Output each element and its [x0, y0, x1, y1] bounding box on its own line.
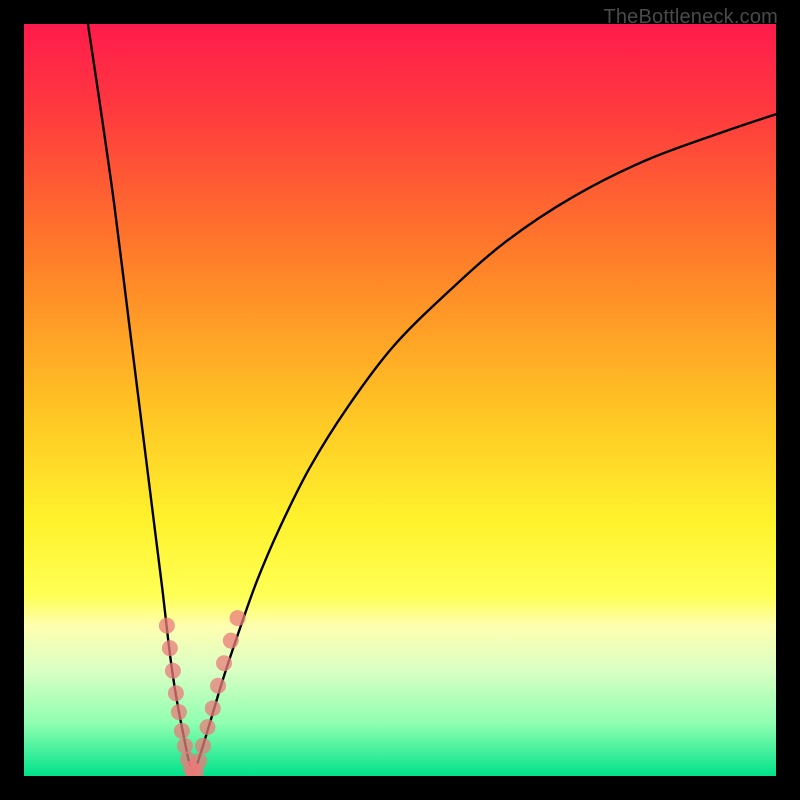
marker-dot	[199, 719, 215, 735]
marker-dot	[177, 738, 193, 754]
marker-dot	[210, 678, 226, 694]
marker-dot	[216, 655, 232, 671]
marker-dot	[205, 700, 221, 716]
marker-dot	[191, 753, 207, 769]
chart-svg	[24, 24, 776, 776]
marker-dot	[195, 738, 211, 754]
marker-dot	[223, 633, 239, 649]
marker-dot	[171, 704, 187, 720]
marker-dot	[165, 663, 181, 679]
marker-dot	[230, 610, 246, 626]
marker-dot	[159, 618, 175, 634]
chart-background	[24, 24, 776, 776]
marker-dot	[174, 723, 190, 739]
chart-frame: TheBottleneck.com	[0, 0, 800, 800]
plot-area	[24, 24, 776, 776]
marker-dot	[168, 685, 184, 701]
marker-dot	[162, 640, 178, 656]
